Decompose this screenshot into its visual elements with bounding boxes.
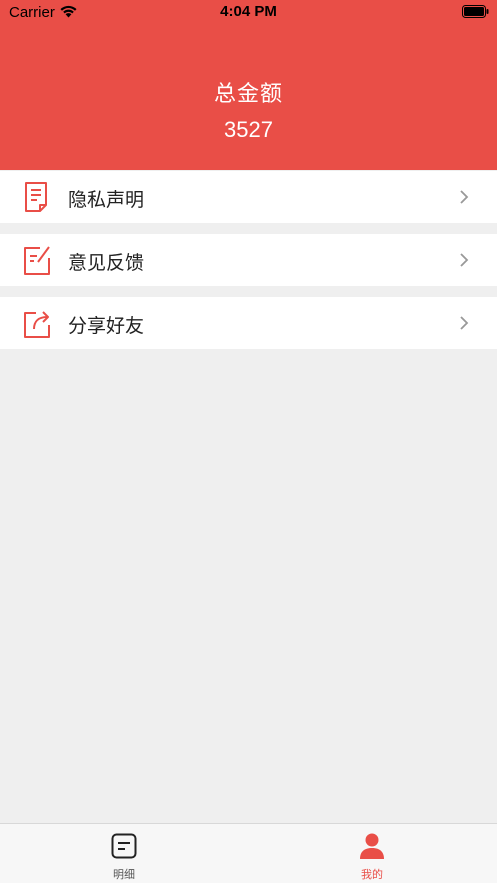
document-icon [25,182,47,212]
tab-bar: 明细 我的 [0,823,497,883]
menu-label-feedback: 意见反馈 [68,252,145,274]
menu-row-feedback[interactable]: 意见反馈 [0,234,497,286]
menu-label-share: 分享好友 [68,315,145,337]
edit-icon [24,246,50,275]
tab-details[interactable]: 明细 [74,824,174,883]
chevron-right-icon [460,316,469,330]
person-icon [360,833,384,859]
tab-label-details: 明细 [113,868,135,881]
list-icon [111,833,137,859]
tab-label-mine: 我的 [361,868,383,881]
menu-row-privacy[interactable]: 隐私声明 [0,171,497,223]
chevron-right-icon [460,190,469,204]
menu-row-share[interactable]: 分享好友 [0,297,497,349]
total-amount-title: 总金额 [213,82,283,107]
battery-icon [462,5,489,18]
menu-label-privacy: 隐私声明 [68,189,145,211]
total-amount-value: 3527 [224,117,273,142]
status-time: 4:04 PM [220,3,277,20]
tab-mine[interactable]: 我的 [322,824,422,883]
status-bar: Carrier 4:04 PM [0,0,497,26]
header-banner: Carrier 4:04 PM 总金额 3527 [0,0,497,170]
share-icon [24,311,50,338]
chevron-right-icon [460,253,469,267]
